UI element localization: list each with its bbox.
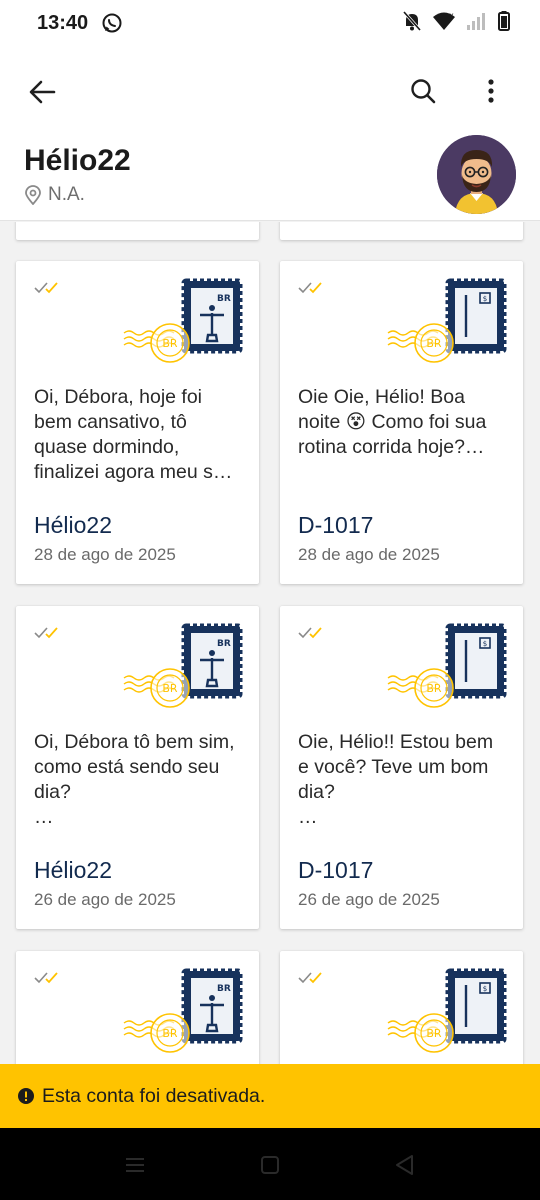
search-button[interactable] <box>405 73 441 109</box>
location-text: N.A. <box>48 184 85 205</box>
letter-sender: D-1017 <box>298 857 374 883</box>
stamp-country-code: BR <box>217 984 231 994</box>
system-nav-bar <box>0 1128 540 1200</box>
door-stamp-icon: $ BR <box>386 620 508 710</box>
location-pin-icon <box>25 185 41 205</box>
letter-preview: Oie Oie, Hélio! Boa noite 😵 Como foi sua… <box>298 386 487 458</box>
account-deactivated-banner: Esta conta foi desativada. <box>0 1064 540 1128</box>
read-ticks-icon <box>34 626 64 640</box>
postmark-label: BR <box>426 682 442 695</box>
profile-name: Hélio22 <box>24 144 131 177</box>
read-ticks-icon <box>34 971 64 985</box>
letter-card[interactable]: $ BR Oie, Hélio!! Estou bem e você? Teve… <box>280 606 523 929</box>
avatar[interactable] <box>437 135 516 214</box>
status-bar: 13:40 x <box>0 0 540 46</box>
letter-card[interactable] <box>280 222 523 240</box>
letter-date: 28 de ago de 2025 <box>34 545 176 564</box>
postmark-label: BR <box>162 682 178 695</box>
banner-text: Esta conta foi desativada. <box>42 1084 266 1107</box>
status-time: 13:40 <box>37 12 89 34</box>
postmark-label: BR <box>162 337 178 350</box>
christ-redeemer-stamp-icon: BR BR <box>122 620 244 710</box>
door-stamp-icon: $ BR <box>386 275 508 365</box>
christ-redeemer-stamp-icon: BR BR <box>122 275 244 365</box>
more-options-button[interactable] <box>473 73 509 109</box>
letter-preview: Oie, Hélio!! Estou bem e você? Teve um b… <box>298 731 494 828</box>
postmark-label: BR <box>426 1027 442 1040</box>
postmark-label: BR <box>426 337 442 350</box>
back-button[interactable] <box>24 74 60 110</box>
letter-date: 28 de ago de 2025 <box>298 545 440 564</box>
read-ticks-icon <box>34 281 64 295</box>
postmark-label: BR <box>162 1027 178 1040</box>
battery-icon <box>498 10 510 36</box>
profile-location: N.A. <box>24 184 85 206</box>
letter-card[interactable]: BR BR Oi, Débora tô bem sim, como está s… <box>16 606 259 929</box>
letter-card[interactable]: $ BR Oie Oie, Hélio! Boa noite 😵 Como fo… <box>280 261 523 584</box>
read-ticks-icon <box>298 971 328 985</box>
letters-grid: BR BR Oi, Débora, hoje foi bem cansativo… <box>0 222 540 1064</box>
arrow-back-icon <box>29 80 56 104</box>
svg-text:$: $ <box>483 640 487 648</box>
letter-card[interactable]: BR BR <box>16 951 259 1064</box>
signal-icon <box>466 11 488 36</box>
svg-text:$: $ <box>483 295 487 303</box>
back-nav-icon[interactable] <box>394 1154 414 1181</box>
bell-off-icon <box>402 10 422 37</box>
home-icon[interactable] <box>260 1155 280 1180</box>
letter-preview: Oi, Débora tô bem sim, como está sendo s… <box>34 731 235 828</box>
letter-date: 26 de ago de 2025 <box>298 890 440 909</box>
recent-apps-icon[interactable] <box>124 1156 146 1179</box>
read-ticks-icon <box>298 626 328 640</box>
door-stamp-icon: $ BR <box>386 965 508 1055</box>
letter-sender: Hélio22 <box>34 857 112 883</box>
letter-preview: Oi, Débora, hoje foi bem cansativo, tô q… <box>34 386 233 483</box>
christ-redeemer-stamp-icon: BR BR <box>122 965 244 1055</box>
letter-sender: Hélio22 <box>34 512 112 538</box>
profile-header: Hélio22 N.A. <box>0 46 540 221</box>
letter-card[interactable] <box>16 222 259 240</box>
svg-text:$: $ <box>483 985 487 993</box>
wifi-icon: x <box>432 11 456 36</box>
read-ticks-icon <box>298 281 328 295</box>
status-icons: x <box>402 10 510 37</box>
whatsapp-icon <box>101 12 123 34</box>
letter-sender: D-1017 <box>298 512 374 538</box>
search-icon <box>411 79 436 104</box>
stamp-country-code: BR <box>217 294 231 304</box>
letter-card[interactable]: $ BR <box>280 951 523 1064</box>
letter-date: 26 de ago de 2025 <box>34 890 176 909</box>
letter-card[interactable]: BR BR Oi, Débora, hoje foi bem cansativo… <box>16 261 259 584</box>
alert-icon <box>18 1088 34 1104</box>
more-vert-icon <box>488 79 494 103</box>
svg-text:x: x <box>449 11 454 20</box>
stamp-country-code: BR <box>217 639 231 649</box>
